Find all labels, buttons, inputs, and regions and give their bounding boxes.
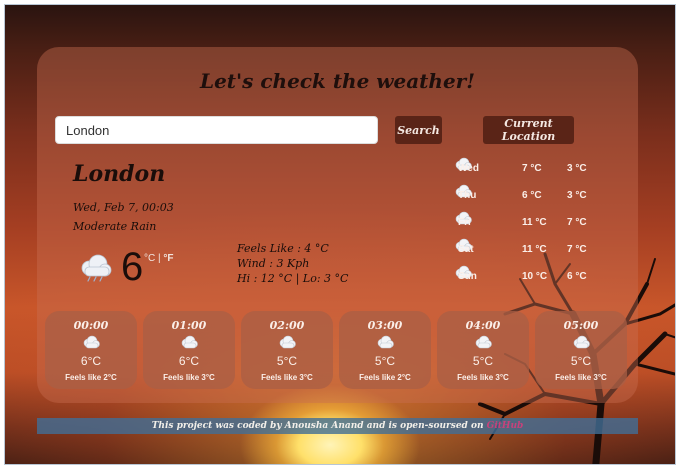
daily-row: Fri 11 °C 7 °C	[454, 211, 594, 238]
hourly-card: 00:00 6°C Feels like 2°C	[45, 311, 137, 389]
hour-time: 00:00	[73, 319, 109, 332]
daily-row: Sun 10 °C 6 °C	[454, 265, 594, 292]
hour-time: 04:00	[465, 319, 501, 332]
app-background: Let's check the weather! Search Current …	[4, 4, 676, 465]
unit-toggle: °C | °F	[144, 253, 174, 264]
hour-temp: 6°C	[80, 354, 102, 368]
day-name: Sun	[458, 271, 477, 282]
cloud-icon	[573, 335, 590, 349]
day-name: Wed	[458, 163, 479, 174]
hour-feels-like: Feels like 2°C	[65, 373, 117, 382]
unit-fahrenheit[interactable]: °F	[163, 253, 173, 264]
footer-credit: This project was coded by Anousha Anand …	[37, 418, 638, 434]
hour-feels-like: Feels like 3°C	[163, 373, 215, 382]
hourly-card: 04:00 5°C Feels like 3°C	[437, 311, 529, 389]
hour-temp: 5°C	[374, 354, 396, 368]
day-low: 7 °C	[567, 244, 587, 255]
cloud-icon	[475, 335, 492, 349]
hour-feels-like: Feels like 3°C	[555, 373, 607, 382]
city-name: London	[73, 161, 166, 187]
hi-lo-temp: Hi : 12 °C | Lo: 3 °C	[237, 272, 349, 285]
hour-time: 02:00	[269, 319, 305, 332]
weather-description: Moderate Rain	[73, 220, 157, 233]
day-low: 7 °C	[567, 217, 587, 228]
hourly-card: 03:00 5°C Feels like 2°C	[339, 311, 431, 389]
hour-time: 05:00	[563, 319, 599, 332]
hour-feels-like: Feels like 3°C	[261, 373, 313, 382]
hour-temp: 5°C	[276, 354, 298, 368]
city-search-input[interactable]	[55, 116, 378, 144]
hour-time: 01:00	[171, 319, 207, 332]
daily-row: Wed 7 °C 3 °C	[454, 157, 594, 184]
day-low: 3 °C	[567, 163, 587, 174]
day-high: 11 °C	[522, 217, 547, 228]
current-temperature: 6	[121, 245, 144, 289]
hour-time: 03:00	[367, 319, 403, 332]
hour-temp: 5°C	[570, 354, 592, 368]
day-low: 3 °C	[567, 190, 587, 201]
day-name: Fri	[458, 217, 471, 228]
day-high: 6 °C	[522, 190, 542, 201]
day-high: 7 °C	[522, 163, 542, 174]
daily-row: Thu 6 °C 3 °C	[454, 184, 594, 211]
hourly-card: 02:00 5°C Feels like 3°C	[241, 311, 333, 389]
hour-temp: 6°C	[178, 354, 200, 368]
cloud-icon	[279, 335, 296, 349]
hour-feels-like: Feels like 2°C	[359, 373, 411, 382]
hourly-card: 05:00 5°C Feels like 3°C	[535, 311, 627, 389]
search-button[interactable]: Search	[395, 116, 442, 144]
feels-like: Feels Like : 4 °C	[237, 242, 329, 255]
hour-temp: 5°C	[472, 354, 494, 368]
weather-panel: Let's check the weather! Search Current …	[37, 47, 638, 403]
rain-cloud-icon	[81, 254, 112, 282]
hourly-forecast: 00:00 6°C Feels like 2°C 01:00 6°C Feels…	[45, 311, 629, 389]
github-link[interactable]: GitHub	[487, 421, 524, 431]
footer-text: This project was coded by Anousha Anand …	[151, 421, 487, 431]
cloud-icon	[83, 335, 100, 349]
weather-details: Feels Like : 4 °C Wind : 3 Kph Hi : 12 °…	[237, 241, 348, 286]
hourly-card: 01:00 6°C Feels like 3°C	[143, 311, 235, 389]
page-title: Let's check the weather!	[200, 69, 475, 93]
wind-speed: Wind : 3 Kph	[237, 257, 310, 270]
current-location-button[interactable]: Current Location	[483, 116, 574, 144]
day-name: Thu	[458, 190, 477, 201]
day-low: 6 °C	[567, 271, 587, 282]
day-high: 10 °C	[522, 271, 548, 282]
hour-feels-like: Feels like 3°C	[457, 373, 509, 382]
unit-celsius[interactable]: °C	[144, 253, 155, 264]
day-name: Sat	[458, 244, 474, 255]
cloud-icon	[181, 335, 198, 349]
cloud-icon	[377, 335, 394, 349]
daily-row: Sat 11 °C 7 °C	[454, 238, 594, 265]
day-high: 11 °C	[522, 244, 547, 255]
daily-forecast: Wed 7 °C 3 °C Thu 6 °C 3 °C Fri 11 °C 7 …	[454, 157, 594, 292]
current-date: Wed, Feb 7, 00:03	[73, 201, 174, 214]
